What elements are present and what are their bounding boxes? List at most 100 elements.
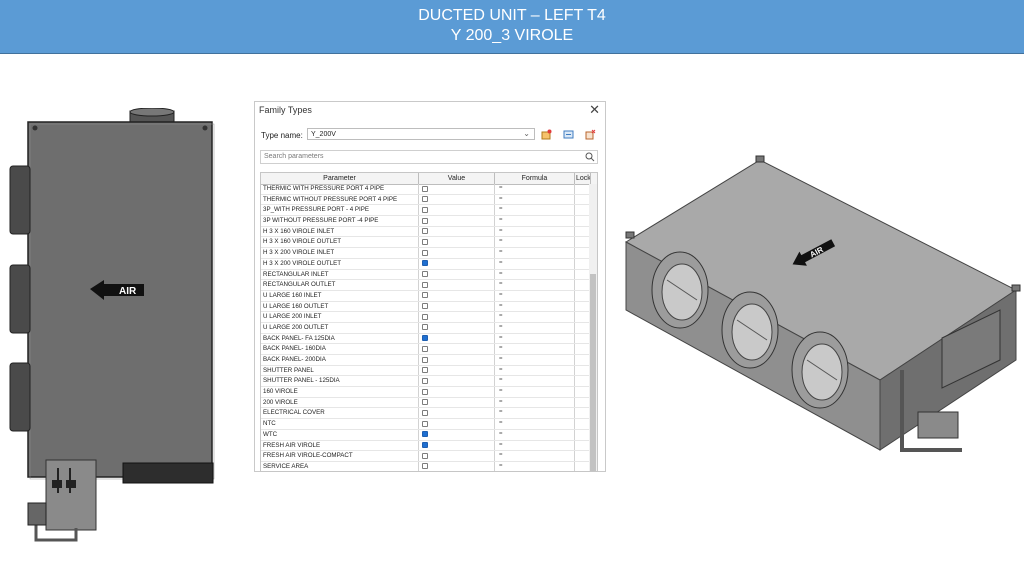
parameter-name: THERMIC WITH PRESSURE PORT 4 PIPE xyxy=(263,185,385,192)
table-row[interactable]: 200 VIROLE = xyxy=(261,398,597,409)
table-row[interactable]: H 3 X 200 VIROLE INLET = xyxy=(261,248,597,259)
formula-cell[interactable]: = xyxy=(499,344,503,353)
table-row[interactable]: 3P_WITH PRESSURE PORT - 4 PIPE = xyxy=(261,205,597,217)
table-row[interactable]: ELECTRICAL COVER = xyxy=(261,408,597,420)
value-checkbox[interactable] xyxy=(422,271,428,277)
value-checkbox[interactable] xyxy=(422,185,428,192)
value-checkbox[interactable] xyxy=(422,228,428,235)
value-checkbox[interactable] xyxy=(422,399,428,406)
formula-cell[interactable]: = xyxy=(499,227,503,236)
table-row[interactable]: H 3 X 200 VIROLE OUTLET = xyxy=(261,259,597,270)
air-arrow-label: AIR xyxy=(119,286,137,297)
table-row[interactable]: THERMIC WITHOUT PRESSURE PORT 4 PIPE = xyxy=(261,195,597,206)
value-checkbox[interactable] xyxy=(422,281,428,288)
value-checkbox[interactable] xyxy=(422,303,428,310)
formula-cell[interactable]: = xyxy=(499,398,503,407)
new-type-icon[interactable] xyxy=(541,129,552,140)
col-lock[interactable]: Lock xyxy=(575,173,591,184)
table-row[interactable]: THERMIC WITH PRESSURE PORT 4 PIPE = xyxy=(261,184,597,195)
formula-cell[interactable]: = xyxy=(499,419,503,428)
table-row[interactable]: SHUTTER PANEL - 125DIA = xyxy=(261,376,597,388)
table-row[interactable]: H 3 X 160 VIROLE INLET = xyxy=(261,227,597,238)
formula-cell[interactable]: = xyxy=(499,248,503,257)
value-checkbox[interactable] xyxy=(422,324,428,331)
formula-cell[interactable]: = xyxy=(499,376,503,385)
value-checkbox[interactable] xyxy=(422,463,428,470)
table-row[interactable]: SERVICE AREA = xyxy=(261,462,597,471)
outlet-virole-3 xyxy=(791,331,849,409)
formula-cell[interactable]: = xyxy=(499,270,503,279)
col-formula[interactable]: Formula xyxy=(495,173,575,184)
formula-cell[interactable]: = xyxy=(499,334,503,343)
formula-cell[interactable]: = xyxy=(499,237,503,246)
value-checkbox[interactable] xyxy=(422,238,428,245)
formula-cell[interactable]: = xyxy=(499,184,503,193)
table-row[interactable]: U LARGE 200 INLET = xyxy=(261,312,597,323)
value-checkbox[interactable] xyxy=(422,335,428,342)
table-row[interactable]: U LARGE 200 OUTLET = xyxy=(261,323,597,334)
table-row[interactable]: FRESH AIR VIROLE-COMPACT = xyxy=(261,451,597,462)
parameter-rows: THERMIC WITH PRESSURE PORT 4 PIPE = THERMI… xyxy=(261,184,597,471)
value-checkbox[interactable] xyxy=(422,260,428,267)
table-row[interactable]: RECTANGULAR OUTLET = xyxy=(261,280,597,291)
formula-cell[interactable]: = xyxy=(499,355,503,364)
col-parameter[interactable]: Parameter xyxy=(261,173,419,184)
parameters-grid: Parameter Value Formula Lock THERMIC WIT… xyxy=(260,172,598,472)
value-checkbox[interactable] xyxy=(422,442,428,448)
formula-cell[interactable]: = xyxy=(499,259,503,268)
parameter-name: U LARGE 160 OUTLET xyxy=(263,302,329,310)
formula-cell[interactable]: = xyxy=(499,216,503,225)
value-checkbox[interactable] xyxy=(422,196,428,203)
close-icon[interactable]: ✕ xyxy=(589,102,600,118)
type-name-dropdown[interactable]: Y_200V ⌄ xyxy=(307,128,535,140)
table-row[interactable]: SHUTTER PANEL = xyxy=(261,366,597,377)
table-row[interactable]: U LARGE 160 OUTLET = xyxy=(261,302,597,313)
formula-cell[interactable]: = xyxy=(499,408,503,417)
formula-cell[interactable]: = xyxy=(499,195,503,204)
value-checkbox[interactable] xyxy=(422,356,428,363)
value-checkbox[interactable] xyxy=(422,313,428,320)
col-value[interactable]: Value xyxy=(419,173,495,184)
value-checkbox[interactable] xyxy=(422,206,428,213)
value-checkbox[interactable] xyxy=(422,217,428,224)
value-checkbox[interactable] xyxy=(422,345,428,352)
grid-scrollbar[interactable] xyxy=(589,184,597,471)
formula-cell[interactable]: = xyxy=(499,462,503,471)
table-row[interactable]: NTC = xyxy=(261,419,597,430)
table-row[interactable]: 3P WITHOUT PRESSURE PORT -4 PIPE = xyxy=(261,216,597,227)
search-parameters-input[interactable]: Search parameters xyxy=(260,150,598,164)
formula-cell[interactable]: = xyxy=(499,387,503,396)
table-row[interactable]: BACK PANEL- FA 125DIA = xyxy=(261,334,597,345)
formula-cell[interactable]: = xyxy=(499,451,503,460)
value-checkbox[interactable] xyxy=(422,377,428,384)
formula-cell[interactable]: = xyxy=(499,291,503,300)
formula-cell[interactable]: = xyxy=(499,430,503,439)
value-checkbox[interactable] xyxy=(422,409,428,416)
delete-type-icon[interactable] xyxy=(585,129,596,140)
formula-cell[interactable]: = xyxy=(499,323,503,332)
formula-cell[interactable]: = xyxy=(499,205,503,214)
table-row[interactable]: WTC = xyxy=(261,430,597,441)
formula-cell[interactable]: = xyxy=(499,302,503,311)
value-checkbox[interactable] xyxy=(422,249,428,256)
table-row[interactable]: 160 VIROLE = xyxy=(261,387,597,398)
table-row[interactable]: BACK PANEL- 200DIA = xyxy=(261,355,597,366)
value-checkbox[interactable] xyxy=(422,420,428,427)
value-checkbox[interactable] xyxy=(422,367,428,374)
table-row[interactable]: RECTANGULAR INLET = xyxy=(261,270,597,281)
value-checkbox[interactable] xyxy=(422,388,428,395)
scroll-thumb[interactable] xyxy=(590,274,596,471)
value-checkbox[interactable] xyxy=(422,292,428,299)
table-row[interactable]: H 3 X 160 VIROLE OUTLET = xyxy=(261,237,597,249)
formula-cell[interactable]: = xyxy=(499,441,503,450)
table-row[interactable]: BACK PANEL- 160DIA = xyxy=(261,344,597,355)
formula-cell[interactable]: = xyxy=(499,312,503,321)
value-checkbox[interactable] xyxy=(422,431,428,438)
rename-type-icon[interactable] xyxy=(563,129,574,140)
formula-cell[interactable]: = xyxy=(499,280,503,289)
table-row[interactable]: U LARGE 160 INLET = xyxy=(261,291,597,302)
table-row[interactable]: FRESH AIR VIROLE = xyxy=(261,441,597,452)
parameter-name: 200 VIROLE xyxy=(263,398,298,406)
value-checkbox[interactable] xyxy=(422,452,428,459)
formula-cell[interactable]: = xyxy=(499,366,503,375)
